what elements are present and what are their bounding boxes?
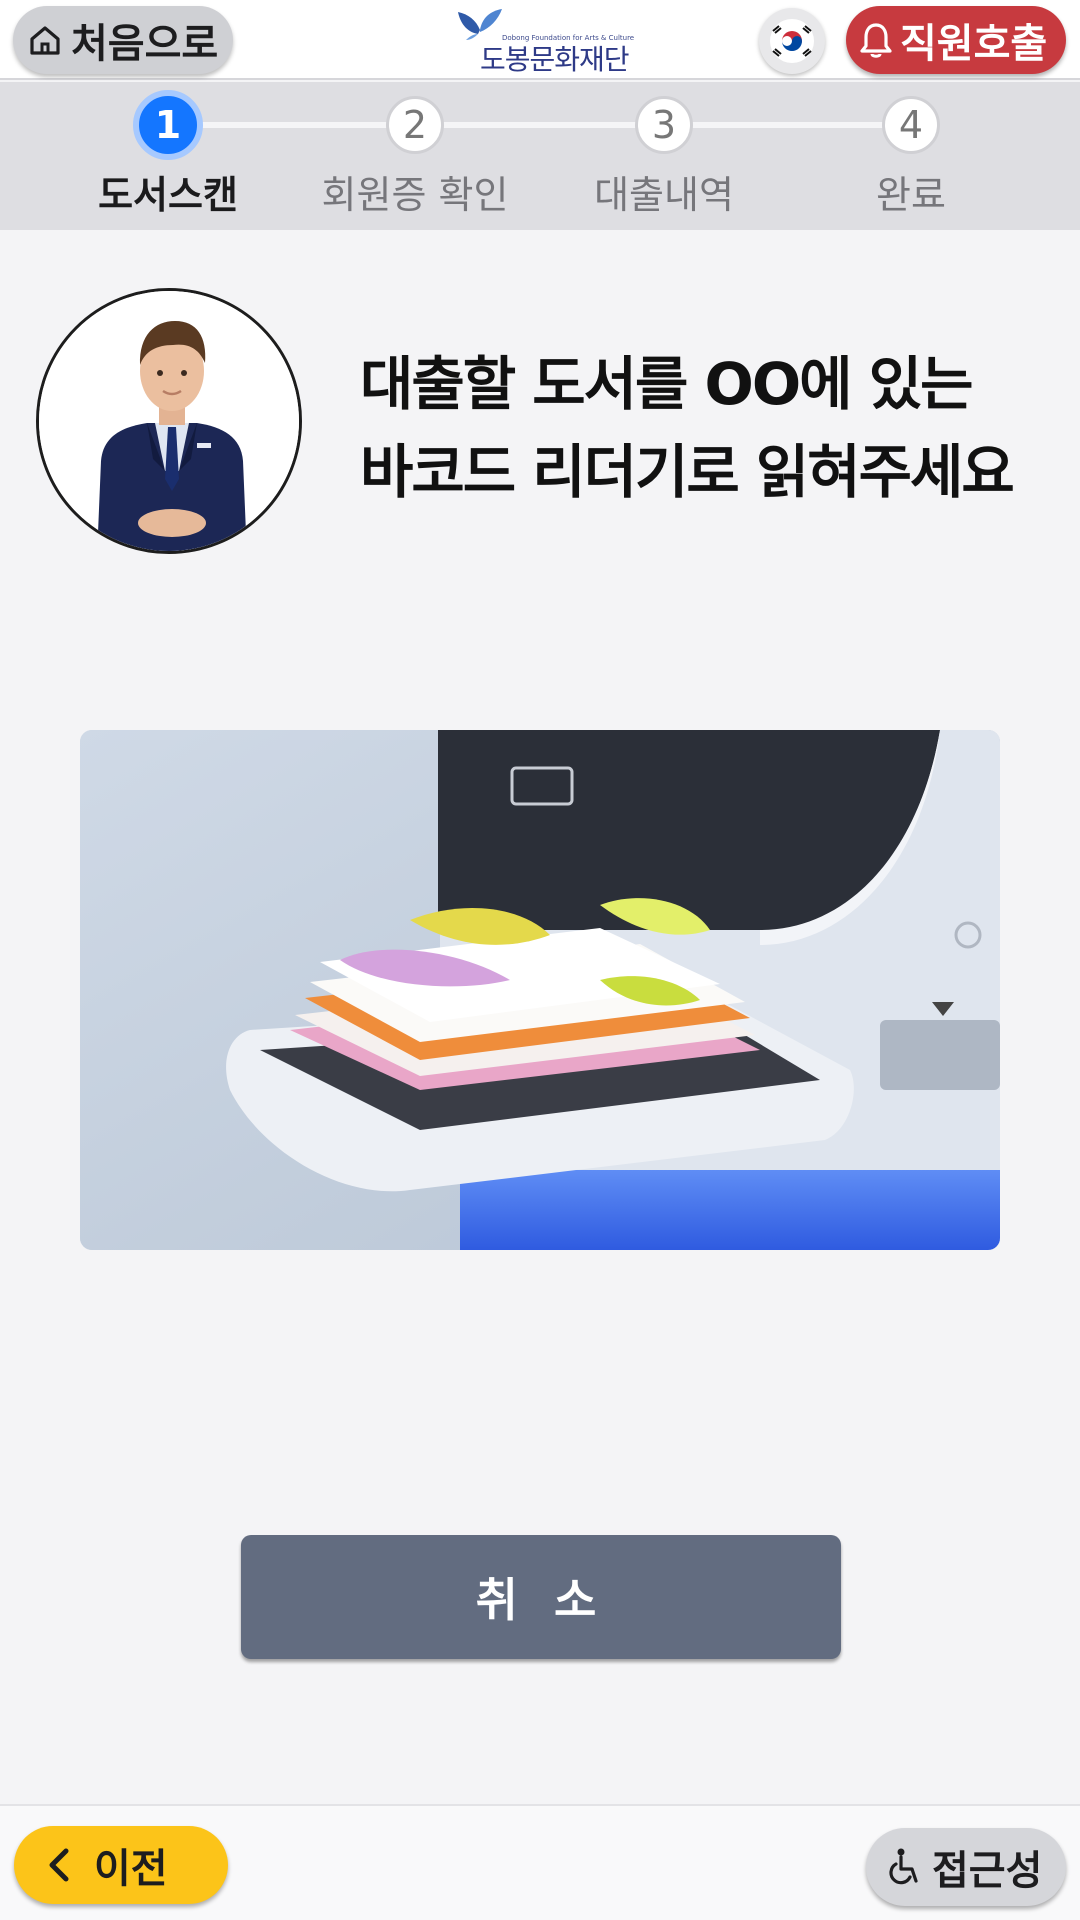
language-button[interactable] bbox=[759, 8, 825, 74]
korea-flag-icon bbox=[770, 19, 814, 63]
step-2-label: 회원증 확인 bbox=[321, 173, 509, 217]
bottom-bar: 이전 접근성 bbox=[0, 1804, 1080, 1920]
sign-language-avatar bbox=[36, 288, 302, 554]
home-button[interactable]: 처음으로 bbox=[13, 6, 233, 74]
instruction-line-2: 바코드 리더기로 읽혀주세요 bbox=[360, 438, 1015, 506]
bell-icon bbox=[860, 23, 892, 58]
step-4-indicator: 4 bbox=[882, 96, 940, 154]
step-2-number: 2 bbox=[402, 103, 428, 147]
step-3-number: 3 bbox=[651, 103, 677, 147]
step-3-label: 대출내역 bbox=[594, 173, 734, 217]
step-1-label: 도서스캔 bbox=[98, 173, 238, 217]
foundation-logo: Dobong Foundation for Arts & Culture 도봉문… bbox=[456, 8, 634, 76]
kiosk-books-photo bbox=[80, 730, 1000, 1250]
kiosk-screen: 처음으로 Dobong Foundation for Arts & Cultur… bbox=[0, 0, 1080, 1920]
instruction-line-1: 대출할 도서를 OO에 있는 bbox=[360, 350, 973, 418]
step-4-number: 4 bbox=[898, 103, 924, 147]
wheelchair-icon bbox=[889, 1848, 918, 1885]
staff-call-label: 직원호출 bbox=[900, 21, 1048, 67]
butterfly-logo-icon bbox=[458, 9, 502, 40]
stepper-track bbox=[168, 122, 910, 128]
book-scan-illustration bbox=[80, 730, 1000, 1250]
previous-button[interactable]: 이전 bbox=[14, 1826, 228, 1904]
cancel-button[interactable]: 취 소 bbox=[241, 1535, 841, 1659]
previous-button-label: 이전 bbox=[94, 1846, 168, 1892]
presenter-avatar-icon bbox=[39, 291, 299, 551]
home-icon bbox=[30, 26, 60, 55]
step-2-indicator: 2 bbox=[386, 96, 444, 154]
step-1-number: 1 bbox=[154, 103, 182, 147]
cancel-button-label: 취 소 bbox=[475, 1573, 607, 1627]
step-4-label: 완료 bbox=[876, 173, 946, 217]
home-button-label: 처음으로 bbox=[71, 21, 219, 67]
step-3-indicator: 3 bbox=[635, 96, 693, 154]
instruction-text: 대출할 도서를 OO에 있는 바코드 리더기로 읽혀주세요 bbox=[360, 340, 1060, 516]
chevron-left-icon bbox=[49, 1848, 69, 1882]
accessibility-button[interactable]: 접근성 bbox=[866, 1828, 1066, 1906]
staff-call-button[interactable]: 직원호출 bbox=[846, 6, 1066, 74]
top-bar: 처음으로 Dobong Foundation for Arts & Cultur… bbox=[0, 0, 1080, 80]
accessibility-button-label: 접근성 bbox=[932, 1848, 1043, 1894]
step-1-indicator: 1 bbox=[133, 90, 203, 160]
progress-stepper: 1 2 3 4 도서스캔 회원증 확인 대출내역 완료 bbox=[0, 82, 1080, 230]
logo-title: 도봉문화재단 bbox=[480, 43, 630, 76]
